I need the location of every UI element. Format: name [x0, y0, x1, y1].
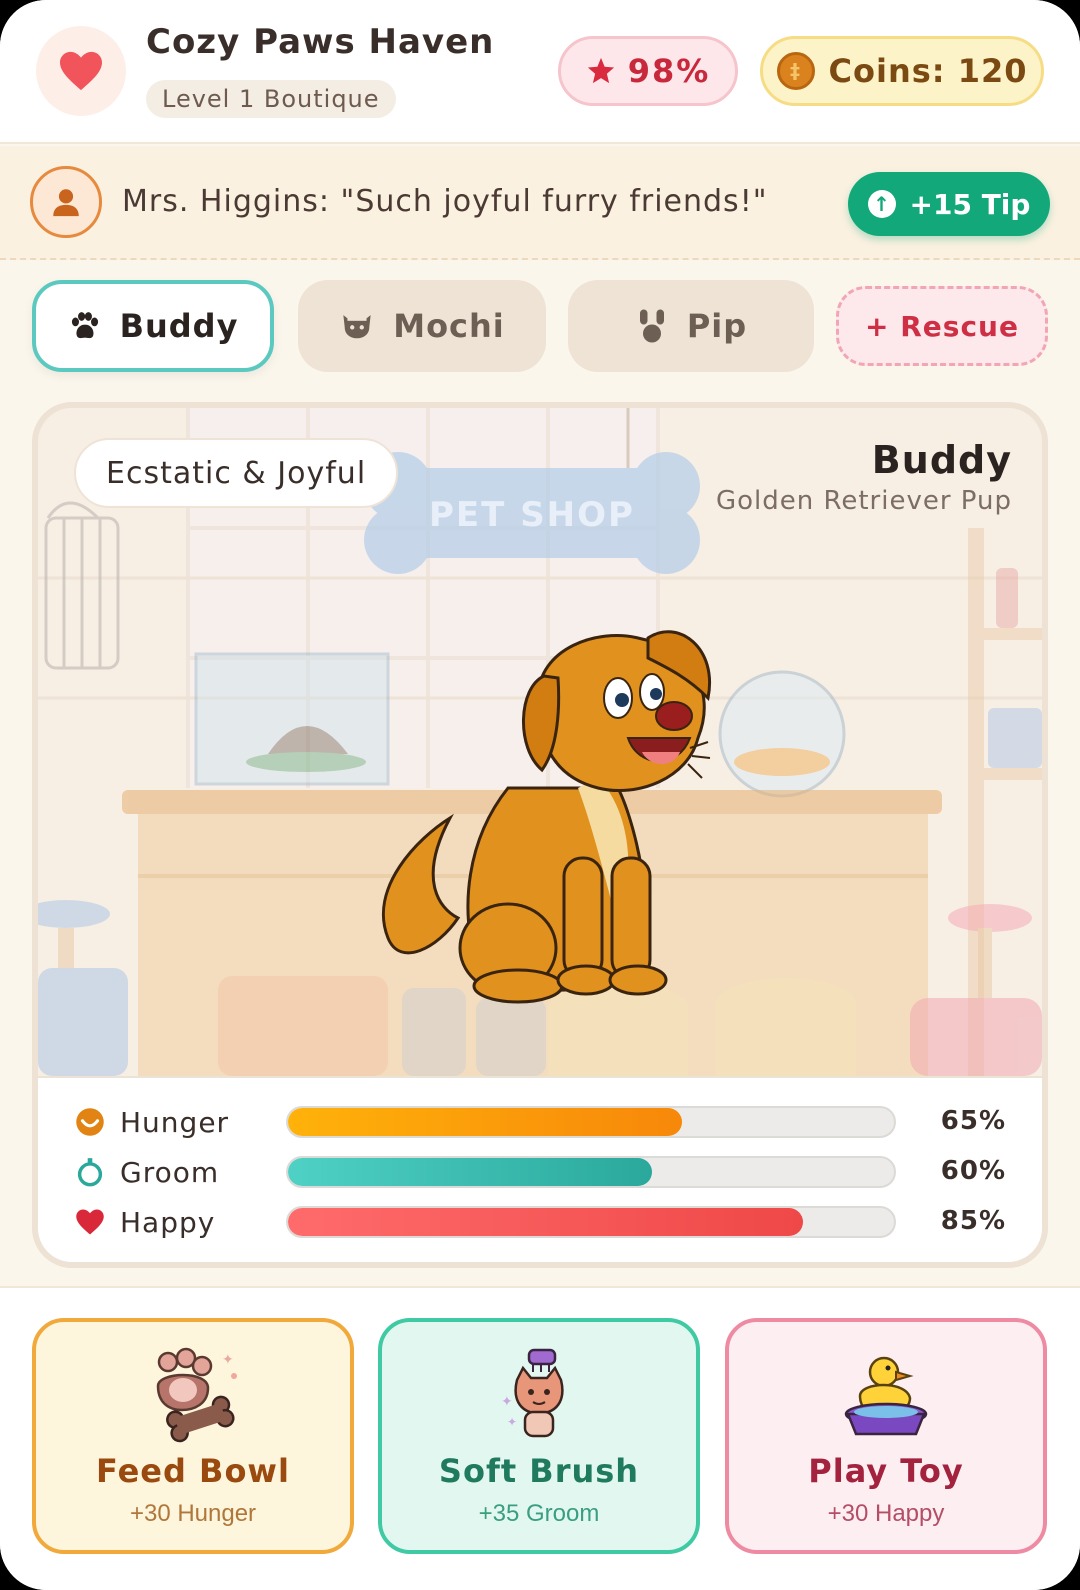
tab-label: Pip	[686, 307, 748, 345]
stat-value: 65%	[940, 1106, 1006, 1136]
customer-bar: Mrs. Higgins: "Such joyful furry friends…	[0, 146, 1080, 260]
stat-label: Happy	[120, 1206, 216, 1239]
pet-stats-panel: Hunger 65% Groom 60% Happy 85%	[38, 1076, 1042, 1262]
action-title: Play Toy	[808, 1452, 964, 1490]
bunny-icon	[639, 309, 664, 343]
shop-logo	[36, 26, 126, 116]
top-header: Cozy Paws Haven Level 1 Boutique 98% ‡ C…	[0, 0, 1080, 144]
customer-avatar	[30, 166, 102, 238]
tab-buddy[interactable]: Buddy	[32, 280, 274, 372]
action-subtitle: +30 Hunger	[129, 1500, 257, 1527]
stat-row-groom: Groom 60%	[38, 1150, 1042, 1194]
paw-bone-icon: ✦	[36, 1346, 350, 1446]
stat-value: 60%	[940, 1156, 1006, 1186]
soft-brush-button[interactable]: ✦ ✦ Soft Brush +35 Groom	[378, 1318, 700, 1554]
pet-shop-scene: PET SHOP Ecstatic & Joyful Buddy Golden …	[38, 408, 1042, 1076]
stat-bar-fill	[288, 1208, 804, 1236]
pet-scene-card: PET SHOP Ecstatic & Joyful Buddy Golden …	[32, 402, 1048, 1268]
coins-label: Coins: 120	[828, 52, 1028, 90]
collect-tip-button[interactable]: ↑ +15 Tip	[848, 172, 1050, 236]
hunger-icon	[74, 1106, 106, 1138]
stat-label: Hunger	[120, 1106, 230, 1139]
stat-bar	[286, 1206, 896, 1238]
star-icon	[587, 57, 614, 84]
rating-value: 98%	[627, 52, 711, 90]
tab-label: Mochi	[393, 307, 505, 345]
groom-icon	[74, 1156, 106, 1188]
heart-icon	[74, 1206, 106, 1238]
stat-bar-fill	[288, 1108, 682, 1136]
stat-row-hunger: Hunger 65%	[38, 1100, 1042, 1144]
mood-badge: Ecstatic & Joyful	[74, 438, 399, 508]
person-icon	[53, 189, 79, 217]
tip-label: +15 Tip	[909, 187, 1031, 221]
tab-pip[interactable]: Pip	[568, 280, 814, 372]
action-title: Soft Brush	[438, 1452, 640, 1490]
shop-name: Cozy Paws Haven	[146, 22, 495, 62]
care-actions-bar: ✦ Feed Bowl +30 Hunger ✦ ✦ Soft Brush +3…	[0, 1286, 1080, 1590]
stat-bar	[286, 1106, 896, 1138]
action-title: Feed Bowl	[96, 1452, 290, 1490]
shop-sign-text: PET SHOP	[429, 495, 635, 535]
action-subtitle: +35 Groom	[478, 1500, 600, 1527]
stat-label: Groom	[120, 1156, 220, 1189]
feed-bowl-button[interactable]: ✦ Feed Bowl +30 Hunger	[32, 1318, 354, 1554]
pet-name: Buddy	[871, 438, 1012, 482]
cat-icon	[343, 315, 371, 339]
svg-text:✦: ✦	[222, 1352, 234, 1368]
coins-counter[interactable]: ‡ Coins: 120	[760, 36, 1044, 106]
stat-bar-fill	[288, 1158, 652, 1186]
heart-icon	[60, 51, 102, 91]
paw-icon	[71, 312, 98, 339]
play-toy-button[interactable]: Play Toy +30 Happy	[725, 1318, 1047, 1554]
rating-badge[interactable]: 98%	[558, 36, 738, 106]
level-badge: Level 1 Boutique	[146, 80, 396, 118]
rubber-duck-icon	[729, 1346, 1043, 1446]
rescue-label: + Rescue	[865, 309, 1019, 343]
game-screen: Cozy Paws Haven Level 1 Boutique 98% ‡ C…	[0, 0, 1080, 1590]
stat-bar	[286, 1156, 896, 1188]
stat-value: 85%	[940, 1206, 1006, 1236]
stat-row-happy: Happy 85%	[38, 1200, 1042, 1244]
customer-quote: Mrs. Higgins: "Such joyful furry friends…	[122, 184, 768, 219]
svg-text:✦: ✦	[507, 1415, 517, 1429]
arrow-up-icon: ↑	[867, 190, 896, 218]
tab-mochi[interactable]: Mochi	[298, 280, 546, 372]
rescue-button[interactable]: + Rescue	[836, 286, 1048, 366]
svg-text:✦: ✦	[501, 1394, 513, 1410]
brush-cat-icon: ✦ ✦	[382, 1346, 696, 1446]
pet-breed: Golden Retriever Pup	[715, 486, 1012, 516]
coin-icon: ‡	[776, 52, 815, 90]
tab-label: Buddy	[119, 307, 239, 345]
action-subtitle: +30 Happy	[827, 1500, 945, 1527]
